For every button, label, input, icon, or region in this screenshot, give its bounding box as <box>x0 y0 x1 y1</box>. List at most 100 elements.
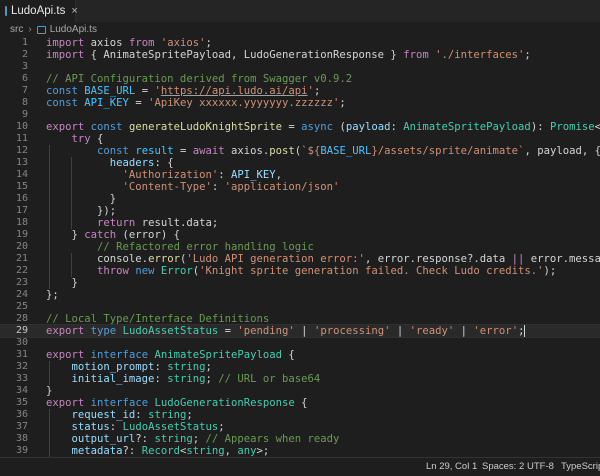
code-text: } <box>46 385 52 397</box>
line-number: 18 <box>15 217 28 228</box>
code-line[interactable]: 32 motion_prompt: string; <box>0 361 600 373</box>
code-line[interactable]: 31 export interface AnimateSpritePayload … <box>0 349 600 361</box>
code-token: output_url <box>71 433 136 445</box>
code-line[interactable]: 15 'Content-Type': 'application/json' <box>0 181 600 193</box>
code-token: | <box>390 325 410 337</box>
line-number: 16 <box>15 193 28 204</box>
code-line[interactable]: 37 status: LudoAssetStatus; <box>0 421 600 433</box>
code-editor[interactable]: 1 import axios from 'axios'; 2 import { Ani… <box>0 37 600 457</box>
code-token: export <box>46 121 85 133</box>
code-text: // Refactored error handling logic <box>46 241 314 253</box>
code-token: : <box>135 409 149 421</box>
code-token: import <box>46 37 85 49</box>
code-line[interactable]: 20 // Refactored error handling logic <box>0 241 600 253</box>
line-number: 31 <box>15 349 28 360</box>
language-mode[interactable]: TypeScript <box>561 461 600 472</box>
code-text: export type LudoAssetStatus = 'pending' … <box>46 325 526 337</box>
code-token: status <box>71 421 110 433</box>
code-text: initial_image: string; // URL or base64 <box>46 373 321 385</box>
code-line[interactable]: 1 import axios from 'axios'; <box>0 37 600 49</box>
code-text: }; <box>46 289 59 301</box>
code-token: >; <box>256 445 270 457</box>
code-token: return <box>97 217 136 229</box>
indent-guide <box>49 409 50 457</box>
code-line[interactable]: 12 const result = await axios.post(`${BA… <box>0 145 600 157</box>
code-line[interactable]: 14 'Authorization': API_KEY, <box>0 169 600 181</box>
code-line[interactable]: 24}; <box>0 289 600 301</box>
code-line[interactable]: 7 const BASE_URL = 'https://api.ludo.ai/a… <box>0 85 600 97</box>
code-token: }); <box>46 205 117 217</box>
code-line[interactable]: 21 console.error('Ludo API generation er… <box>0 253 600 265</box>
code-token: ): <box>530 121 550 133</box>
breadcrumb-folder[interactable]: src <box>10 24 23 35</box>
code-token: 'Knight sprite generation failed. Check … <box>199 265 544 277</box>
code-line[interactable]: 13 headers: { <box>0 157 600 169</box>
code-token: = <box>173 145 193 157</box>
code-line[interactable]: 39 metadata?: Record<string, any>; <box>0 445 600 457</box>
code-token: LudoAssetStatus <box>122 325 219 337</box>
close-icon[interactable]: × <box>71 5 77 17</box>
code-line[interactable]: 28 // Local Type/Interface Definitions <box>0 313 600 325</box>
code-token: ; <box>205 361 212 373</box>
code-line[interactable]: 23 } <box>0 277 600 289</box>
code-line[interactable]: 16 } <box>0 193 600 205</box>
code-text: export interface AnimateSpritePayload { <box>46 349 295 361</box>
code-line[interactable]: 22 throw new Error('Knight sprite genera… <box>0 265 600 277</box>
code-line[interactable]: 30 <box>0 337 600 349</box>
code-line[interactable]: 35 export interface LudoGenerationRespons… <box>0 397 600 409</box>
code-token: // API Configuration derived from Swagge… <box>46 73 353 85</box>
line-number: 1 <box>21 37 28 48</box>
line-number: 21 <box>15 253 28 264</box>
code-token: interface <box>90 397 149 409</box>
code-token: generateLudoKnightSprite <box>128 121 283 133</box>
code-line[interactable]: 36 request_id: string; <box>0 409 600 421</box>
code-token: headers <box>109 157 155 169</box>
code-line[interactable]: 3 <box>0 61 600 73</box>
code-line[interactable]: 6 // API Configuration derived from Swagg… <box>0 73 600 85</box>
code-line[interactable]: 8 const API_KEY = 'ApiKey xxxxxx.yyyyyyy.… <box>0 97 600 109</box>
code-line[interactable]: 25 <box>0 301 600 313</box>
code-token: API_KEY <box>230 169 276 181</box>
code-line[interactable]: 33 initial_image: string; // URL or base… <box>0 373 600 385</box>
code-token: axios <box>84 37 129 49</box>
code-token: // URL or base64 <box>218 373 321 385</box>
code-text: metadata?: Record<string, any>; <box>46 445 270 457</box>
code-token: // Local Type/Interface Definitions <box>46 313 270 325</box>
code-line[interactable]: 17 }); <box>0 205 600 217</box>
code-line[interactable]: 9 <box>0 109 600 121</box>
indentation-setting[interactable]: Spaces: 2 <box>482 461 524 472</box>
status-bar: Ln 29, Col 1 Spaces: 2 UTF-8 TypeScript <box>0 457 600 476</box>
code-token: Record <box>141 445 180 457</box>
code-token: } <box>46 385 53 397</box>
code-line[interactable]: 19 } catch (error) { <box>0 229 600 241</box>
code-token: BASE_URL <box>320 145 372 157</box>
code-token: motion_prompt <box>71 361 155 373</box>
code-line[interactable]: 34} <box>0 385 600 397</box>
code-token: const <box>46 85 78 97</box>
line-number: 32 <box>15 361 28 372</box>
tab-ludoapi[interactable]: LudoApi.ts × <box>0 0 78 22</box>
code-token: 'axios' <box>160 37 206 49</box>
code-line[interactable]: 29 export type LudoAssetStatus = 'pending… <box>0 324 600 338</box>
code-text: } catch (error) { <box>46 229 180 241</box>
code-token: export <box>46 325 85 337</box>
breadcrumb-file[interactable]: LudoApi.ts <box>50 24 97 35</box>
code-token: from <box>403 49 429 61</box>
line-number: 25 <box>15 301 28 312</box>
line-number: 30 <box>15 337 28 348</box>
code-token: // Refactored error handling logic <box>97 241 314 253</box>
code-token: string <box>167 361 206 373</box>
code-line[interactable]: 2 import { AnimateSpritePayload, LudoGene… <box>0 49 600 61</box>
code-token: < <box>594 121 600 133</box>
code-token: console. <box>46 253 149 265</box>
line-number: 12 <box>15 145 28 156</box>
cursor-position[interactable]: Ln 29, Col 1 <box>426 461 477 472</box>
code-line[interactable]: 38 output_url?: string; // Appears when … <box>0 433 600 445</box>
code-token: BASE_URL <box>84 85 136 97</box>
code-line[interactable]: 11 try { <box>0 133 600 145</box>
code-line[interactable]: 10 export const generateLudoKnightSprite … <box>0 121 600 133</box>
line-number: 29 <box>15 325 28 336</box>
code-token: 'ApiKey xxxxxx.yyyyyyy.zzzzzz' <box>148 97 340 109</box>
encoding-setting[interactable]: UTF-8 <box>527 461 554 472</box>
code-line[interactable]: 18 return result.data; <box>0 217 600 229</box>
